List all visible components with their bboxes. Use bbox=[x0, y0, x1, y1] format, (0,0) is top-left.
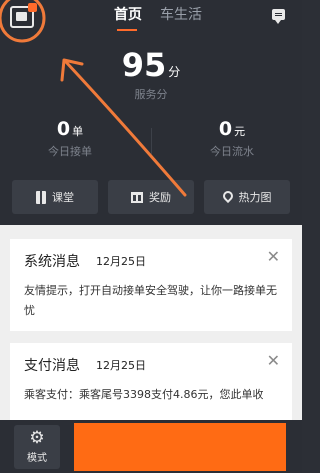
message-body: 乘客支付：乘客尾号3398支付4.86元，您此单收 bbox=[24, 388, 264, 401]
top-bar: 首页 车生活 bbox=[0, 0, 302, 36]
score-unit: 分 bbox=[168, 65, 181, 79]
start-accepting-button[interactable] bbox=[74, 423, 286, 471]
close-icon[interactable]: ✕ bbox=[267, 353, 280, 369]
message-title: 支付消息 bbox=[24, 358, 80, 374]
bottom-bar: ⚙ 模式 bbox=[0, 420, 302, 473]
stat-today-revenue: 0元 今日流水 bbox=[162, 118, 302, 159]
message-icon[interactable] bbox=[272, 9, 285, 24]
rewards-label: 奖励 bbox=[149, 191, 171, 204]
stat-revenue-value: 0 bbox=[218, 118, 233, 140]
rewards-button[interactable]: 奖励 bbox=[108, 180, 194, 214]
map-pin-icon bbox=[220, 188, 235, 203]
stat-orders-value: 0 bbox=[56, 118, 71, 140]
classroom-label: 课堂 bbox=[52, 191, 74, 204]
dashboard-header: 首页 车生活 95 分 服务分 0单 今日接单 0元 今日流水 课堂 奖励 热力图 bbox=[0, 0, 302, 225]
active-tab-indicator bbox=[117, 29, 137, 31]
score-value: 95 bbox=[121, 46, 167, 84]
tab-home[interactable]: 首页 bbox=[114, 6, 142, 24]
close-icon[interactable]: ✕ bbox=[267, 249, 280, 265]
message-card-system[interactable]: 系统消息 12月25日 ✕ 友情提示，打开自动接单安全驾驶，让你一路接单无忧 bbox=[10, 239, 292, 331]
tab-car-life[interactable]: 车生活 bbox=[160, 6, 202, 24]
stat-orders-label: 今日接单 bbox=[48, 145, 92, 158]
score-label: 服务分 bbox=[134, 88, 168, 101]
message-title: 系统消息 bbox=[24, 254, 80, 270]
message-card-payment[interactable]: 支付消息 12月25日 ✕ 乘客支付：乘客尾号3398支付4.86元，您此单收 bbox=[10, 343, 292, 420]
stat-divider bbox=[151, 128, 152, 154]
gift-icon bbox=[131, 191, 143, 203]
heatmap-button[interactable]: 热力图 bbox=[204, 180, 290, 214]
stat-revenue-label: 今日流水 bbox=[210, 145, 254, 158]
mode-label: 模式 bbox=[27, 453, 47, 464]
notification-dot bbox=[28, 3, 37, 12]
book-icon bbox=[36, 190, 46, 204]
stat-orders-unit: 单 bbox=[72, 125, 84, 138]
message-list: 系统消息 12月25日 ✕ 友情提示，打开自动接单安全驾驶，让你一路接单无忧 支… bbox=[0, 225, 302, 420]
profile-button[interactable] bbox=[10, 3, 37, 28]
message-body: 友情提示，打开自动接单安全驾驶，让你一路接单无忧 bbox=[24, 284, 277, 317]
stat-today-orders: 0单 今日接单 bbox=[0, 118, 140, 159]
profile-icon bbox=[16, 12, 27, 21]
gear-icon: ⚙ bbox=[29, 428, 45, 448]
classroom-button[interactable]: 课堂 bbox=[12, 180, 98, 214]
message-date: 12月25日 bbox=[96, 359, 146, 372]
stat-revenue-unit: 元 bbox=[234, 125, 246, 138]
heatmap-label: 热力图 bbox=[238, 191, 272, 204]
mode-button[interactable]: ⚙ 模式 bbox=[14, 425, 60, 469]
service-score: 95 分 bbox=[0, 46, 302, 84]
message-date: 12月25日 bbox=[96, 255, 146, 268]
